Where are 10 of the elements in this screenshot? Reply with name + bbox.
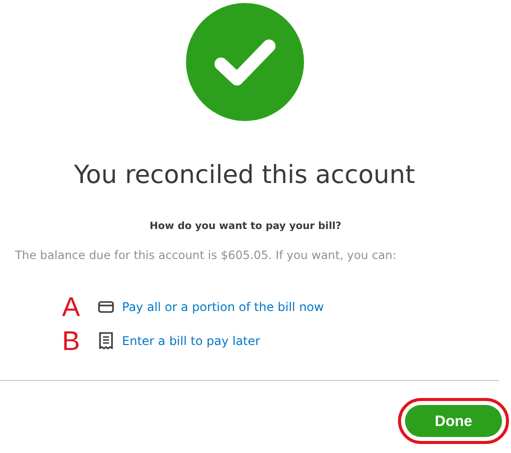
done-button[interactable]: Done — [405, 405, 502, 437]
option-marker: A — [62, 294, 82, 320]
option-link[interactable]: Pay all or a portion of the bill now — [122, 300, 324, 314]
option-marker: B — [62, 328, 82, 354]
question-text: How do you want to pay your bill? — [148, 221, 342, 232]
balance-text: The balance due for this account is $605.05. If you want, you can: — [14, 248, 398, 262]
dialog-title: You reconciled this account — [72, 160, 416, 189]
receipt-icon — [98, 332, 114, 350]
option-link[interactable]: Enter a bill to pay later — [122, 334, 260, 348]
credit-card-icon — [98, 300, 114, 314]
